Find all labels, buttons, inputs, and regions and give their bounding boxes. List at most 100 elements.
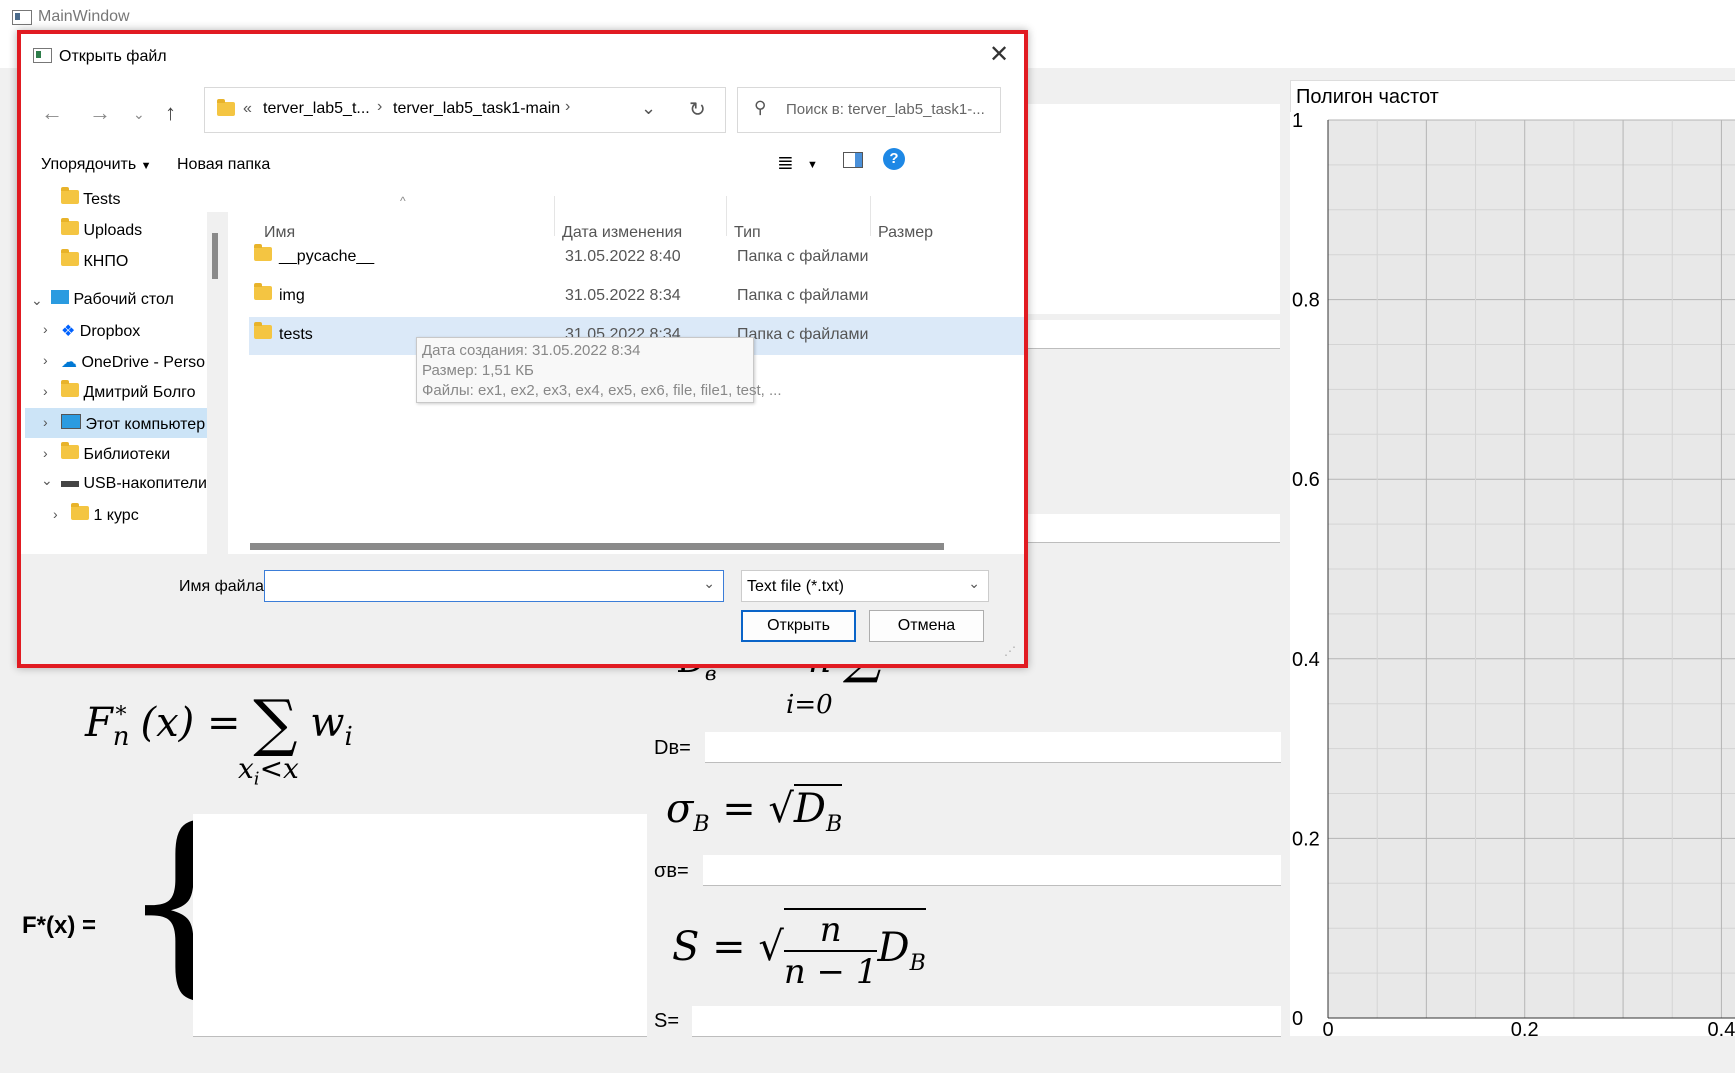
folder-icon [217, 99, 235, 116]
open-file-dialog: Открыть файл ✕ ← → ⌄ ↑ « terver_lab5_t..… [17, 30, 1028, 668]
close-icon[interactable]: ✕ [989, 40, 1009, 69]
new-folder-button[interactable]: Новая папка [177, 156, 270, 174]
file-name: __pycache__ [279, 248, 375, 265]
y-tick-label: 0.2 [1292, 828, 1320, 850]
collapsed-chevron-icon[interactable]: › [53, 506, 58, 522]
y-tick-label: 0.8 [1292, 290, 1320, 312]
filename-dropdown-chevron-icon[interactable]: ⌄ [703, 575, 715, 592]
s-label: S= [654, 1010, 680, 1032]
help-icon[interactable]: ? [883, 148, 905, 170]
tooltip-files: Файлы: ex1, ex2, ex3, ex4, ex5, ex6, fil… [422, 382, 782, 399]
nav-item-knpo[interactable]: КНПО [61, 249, 128, 271]
filter-value: Text file (*.txt) [747, 578, 844, 595]
fx-output-panel [193, 814, 647, 1037]
preview-pane-icon[interactable] [843, 152, 863, 168]
nav-label: 1 курс [93, 507, 139, 524]
filename-input[interactable]: ⌄ [264, 570, 724, 602]
folder-icon [61, 249, 79, 266]
nav-item-this-pc[interactable]: Этот компьютер [61, 414, 205, 434]
collapsed-chevron-icon[interactable]: › [43, 414, 48, 430]
breadcrumb-overflow[interactable]: « [243, 100, 252, 118]
file-date: 31.05.2022 8:40 [565, 248, 681, 265]
breadcrumb-separator-icon[interactable]: › [565, 98, 570, 116]
folder-icon [61, 442, 79, 459]
nav-item-onedrive[interactable]: ☁ OneDrive - Perso [61, 352, 205, 372]
horizontal-scrollbar[interactable] [250, 543, 944, 550]
nav-label: Dropbox [79, 323, 141, 340]
nav-label: Дмитрий Болго [83, 384, 196, 401]
nav-label: Рабочий стол [73, 291, 174, 308]
app-icon [12, 10, 32, 25]
breadcrumb-item[interactable]: terver_lab5_task1-main [393, 100, 560, 118]
resize-grip-icon[interactable]: ⋰ [1004, 644, 1016, 658]
nav-label: OneDrive - Perso [81, 354, 206, 371]
organize-label: Упорядочить [41, 156, 137, 173]
breadcrumb-separator-icon[interactable]: › [377, 98, 382, 116]
nav-item-libraries[interactable]: Библиотеки [61, 442, 170, 464]
s-formula: S = √ n n − 1 DВ [672, 908, 926, 992]
computer-icon [61, 414, 81, 429]
nav-item-desktop[interactable]: Рабочий стол [51, 290, 174, 309]
up-arrow-icon[interactable]: ↑ [165, 100, 176, 126]
recent-locations-chevron-icon[interactable]: ⌄ [133, 106, 145, 123]
table-row[interactable]: __pycache__ 31.05.2022 8:40 Папка с файл… [249, 239, 1024, 277]
fn-formula-subscript: xi<x [238, 752, 299, 790]
collapsed-chevron-icon[interactable]: › [43, 321, 48, 337]
column-divider[interactable] [554, 196, 555, 236]
nav-item-tests[interactable]: Tests [61, 187, 121, 209]
db-field[interactable] [705, 732, 1281, 763]
forward-arrow-icon[interactable]: → [89, 100, 111, 126]
chart-title: Полигон частот [1296, 86, 1439, 108]
db-label: Dв= [654, 737, 691, 759]
y-tick-label: 0.6 [1292, 469, 1320, 491]
nav-item-usb[interactable]: USB-накопители [61, 475, 207, 493]
dialog-title: Открыть файл [59, 48, 167, 65]
nav-item-user-folder[interactable]: Дмитрий Болго [61, 380, 196, 402]
collapsed-chevron-icon[interactable]: › [43, 445, 48, 461]
collapsed-chevron-icon[interactable]: › [43, 352, 48, 368]
nav-item-uploads[interactable]: Uploads [61, 218, 143, 240]
sigma-field[interactable] [703, 855, 1281, 886]
folder-icon [71, 503, 89, 520]
folder-tooltip: Дата создания: 31.05.2022 8:34 Размер: 1… [416, 337, 782, 403]
folder-icon [254, 244, 272, 266]
search-box[interactable]: ⚲ Поиск в: terver_lab5_task1-... [737, 87, 1001, 133]
nav-label: Tests [83, 191, 121, 208]
nav-label: Uploads [83, 222, 143, 239]
s-field[interactable] [692, 1006, 1281, 1037]
organize-button[interactable]: Упорядочить ▼ [41, 156, 152, 174]
column-divider[interactable] [726, 196, 727, 236]
nav-item-dropbox[interactable]: ❖ Dropbox [61, 321, 140, 341]
expanded-chevron-icon[interactable]: ⌄ [31, 292, 43, 309]
dropbox-icon: ❖ [61, 323, 76, 340]
organize-dropdown-icon: ▼ [140, 160, 152, 172]
y-tick-label: 0 [1292, 1008, 1303, 1030]
breadcrumb-item[interactable]: terver_lab5_t... [263, 100, 370, 118]
address-bar[interactable]: « terver_lab5_t... › terver_lab5_task1-m… [204, 87, 726, 133]
file-type: Папка с файлами [737, 287, 869, 304]
cancel-button[interactable]: Отмена [869, 610, 984, 642]
sigma-formula: σВ = √DВ [666, 784, 843, 837]
sigma-label: σв= [654, 860, 689, 882]
dialog-app-icon [33, 48, 52, 63]
y-tick-label: 0.4 [1292, 649, 1320, 671]
column-divider[interactable] [870, 196, 871, 236]
dispersion-index: i=0 [786, 690, 833, 720]
view-options-icon[interactable]: ≣ [777, 150, 794, 175]
table-row[interactable]: img 31.05.2022 8:34 Папка с файлами [249, 278, 1024, 316]
expanded-chevron-icon[interactable]: ⌄ [41, 472, 53, 489]
file-type-filter[interactable]: Text file (*.txt) ⌄ [741, 570, 989, 602]
folder-icon [254, 283, 272, 305]
nav-item-1-kurs[interactable]: 1 курс [71, 503, 139, 525]
nav-scrollbar[interactable] [212, 233, 218, 279]
collapsed-chevron-icon[interactable]: › [43, 383, 48, 399]
navigation-pane: Tests Uploads КНПО ⌄ Рабочий стол › ❖ Dr… [21, 184, 207, 554]
back-arrow-icon[interactable]: ← [41, 100, 63, 126]
open-button[interactable]: Открыть [741, 610, 856, 642]
address-dropdown-chevron-icon[interactable]: ⌄ [641, 98, 656, 119]
folder-icon [254, 322, 272, 344]
tooltip-size: Размер: 1,51 КБ [422, 362, 534, 379]
folder-icon [61, 380, 79, 397]
refresh-icon[interactable]: ↻ [689, 97, 706, 122]
view-dropdown-icon[interactable]: ▼ [807, 159, 818, 171]
